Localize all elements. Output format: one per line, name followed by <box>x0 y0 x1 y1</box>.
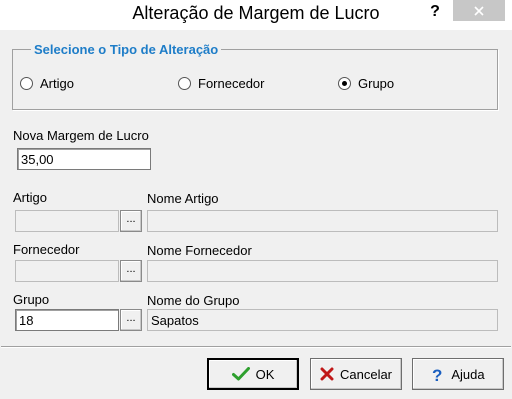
fornecedor-code-input[interactable] <box>15 260 119 282</box>
alteration-type-legend: Selecione o Tipo de Alteração <box>31 42 222 57</box>
margin-label: Nova Margem de Lucro <box>13 128 149 143</box>
dialog-body: Selecione o Tipo de Alteração Artigo For… <box>1 30 511 399</box>
button-separator <box>1 346 511 348</box>
radio-artigo-label: Artigo <box>40 76 74 91</box>
margin-input[interactable] <box>17 148 151 170</box>
artigo-name-input[interactable] <box>147 210 498 232</box>
grupo-lookup-button[interactable]: ... <box>120 309 142 331</box>
fornecedor-name-input[interactable] <box>147 260 498 282</box>
grupo-code-input[interactable] <box>15 309 119 331</box>
radio-grupo-label: Grupo <box>358 76 395 91</box>
grupo-code-label: Grupo <box>13 292 50 307</box>
ok-button-label: OK <box>255 366 275 382</box>
grupo-name-label: Nome do Grupo <box>147 293 240 308</box>
radio-fornecedor[interactable]: Fornecedor <box>178 76 264 91</box>
checkmark-icon <box>231 367 250 381</box>
artigo-code-input[interactable] <box>15 210 119 232</box>
cancel-button-label: Cancelar <box>339 366 393 382</box>
grupo-name-input[interactable] <box>147 309 498 331</box>
help-button-label: Ajuda <box>451 366 485 382</box>
fornecedor-name-label: Nome Fornecedor <box>147 243 252 258</box>
title-bar: Alteração de Margem de Lucro ? <box>0 0 512 30</box>
question-mark-icon: ? <box>431 366 445 383</box>
close-button[interactable] <box>453 0 505 21</box>
radio-grupo[interactable]: Grupo <box>338 76 394 91</box>
svg-text:?: ? <box>432 366 442 383</box>
help-button[interactable]: ? Ajuda <box>412 358 504 390</box>
artigo-code-label: Artigo <box>13 190 47 205</box>
artigo-name-label: Nome Artigo <box>147 191 219 206</box>
radio-circle-icon <box>178 77 191 90</box>
artigo-lookup-button[interactable]: ... <box>120 210 142 232</box>
fornecedor-lookup-button[interactable]: ... <box>120 260 142 282</box>
radio-selected-icon <box>338 77 351 90</box>
fornecedor-code-label: Fornecedor <box>13 242 80 257</box>
ok-button[interactable]: OK <box>207 358 299 390</box>
cancel-button[interactable]: Cancelar <box>310 358 402 390</box>
close-icon <box>474 6 484 16</box>
help-title-button[interactable]: ? <box>423 1 447 23</box>
radio-artigo[interactable]: Artigo <box>20 76 74 91</box>
radio-circle-icon <box>20 77 33 90</box>
radio-fornecedor-label: Fornecedor <box>198 76 265 91</box>
cancel-x-icon <box>320 367 334 381</box>
